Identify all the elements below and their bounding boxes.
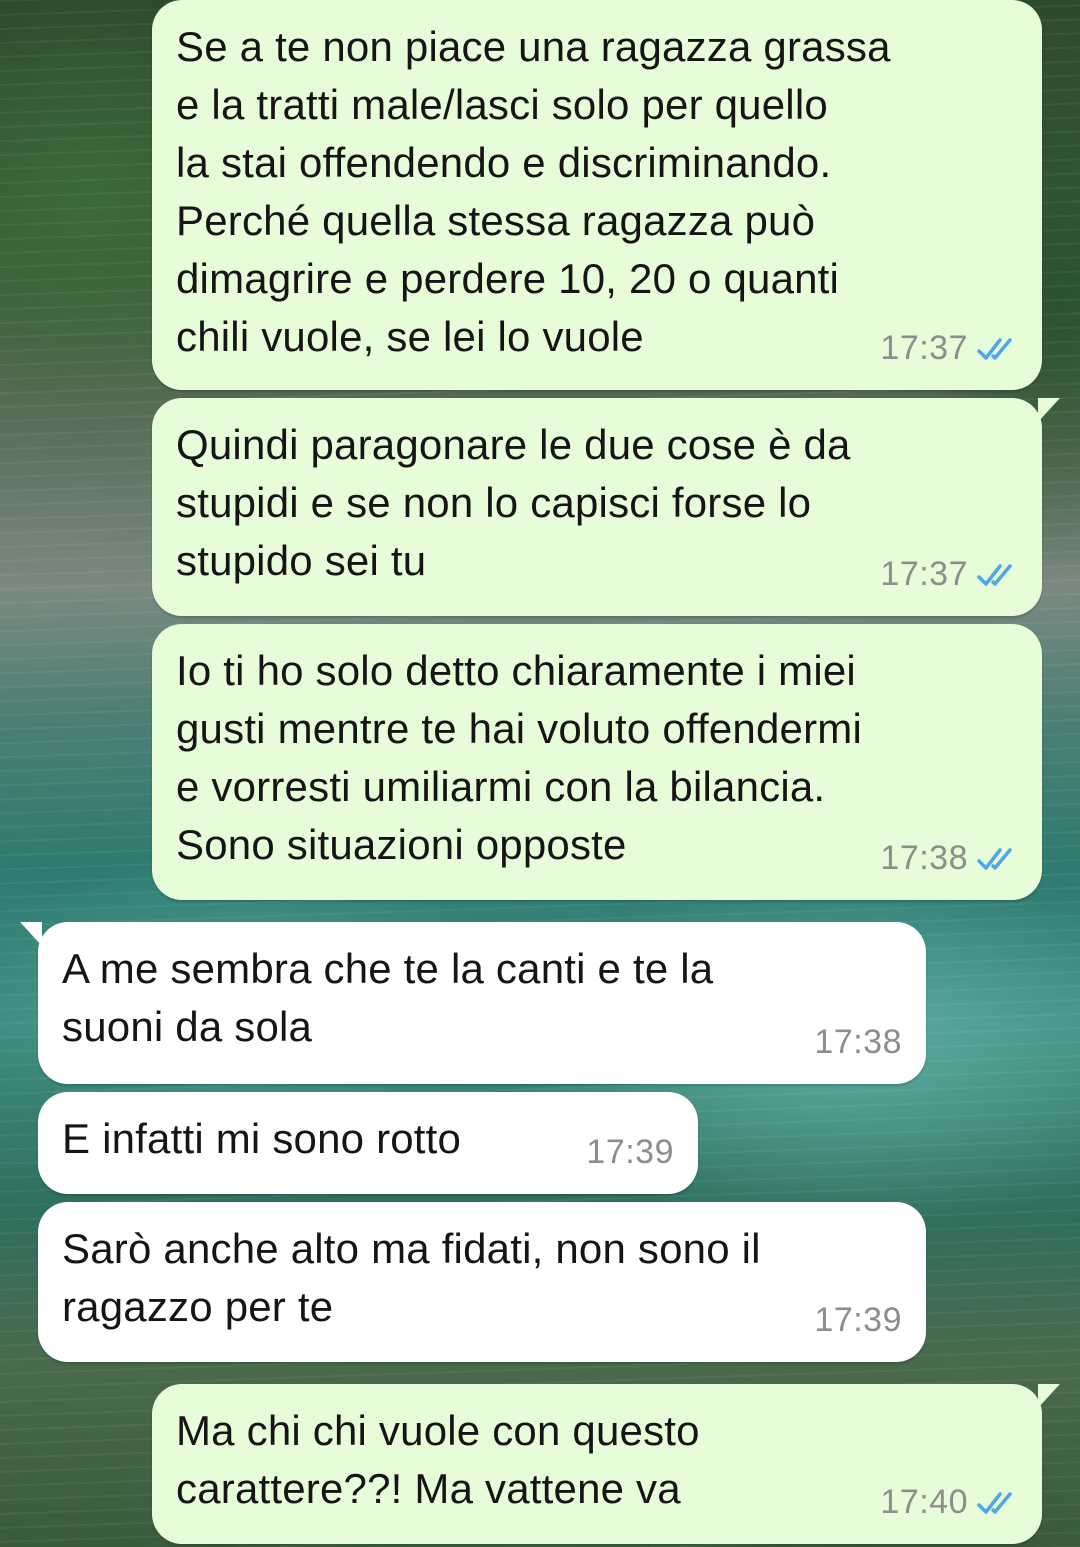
message-timestamp: 17:38 xyxy=(880,839,968,877)
message-text: Sarò anche alto ma fidati, non sono il r… xyxy=(62,1225,761,1330)
message-bubble-outgoing[interactable]: Ma chi chi vuole con questo carattere??!… xyxy=(152,1384,1060,1544)
message-bubble-incoming[interactable]: E infatti mi sono rotto 17:39 xyxy=(38,1092,698,1194)
message-text: Io ti ho solo detto chiaramente i miei g… xyxy=(176,647,863,868)
read-double-check-icon xyxy=(977,847,1012,870)
read-double-check-icon xyxy=(977,337,1012,360)
message-text: A me sembra che te la canti e te la suon… xyxy=(62,945,714,1050)
message-bubble-outgoing[interactable]: Quindi paragonare le due cose è da stupi… xyxy=(152,398,1060,616)
message-text: Se a te non piace una ragazza grassa e l… xyxy=(176,23,891,360)
bubble-tail xyxy=(20,922,42,946)
message-meta: 17:39 xyxy=(586,1133,674,1172)
read-double-check-icon xyxy=(977,563,1012,586)
message-timestamp: 17:39 xyxy=(814,1301,902,1339)
message-text: E infatti mi sono rotto xyxy=(62,1115,462,1162)
message-meta: 17:37 xyxy=(880,555,1020,594)
message-bubble-outgoing[interactable]: Io ti ho solo detto chiaramente i miei g… xyxy=(152,624,1042,900)
message-timestamp: 17:39 xyxy=(586,1133,674,1171)
read-double-check-icon xyxy=(977,1491,1012,1514)
message-timestamp: 17:40 xyxy=(880,1483,968,1521)
message-timestamp: 17:37 xyxy=(880,329,968,367)
message-meta: 17:39 xyxy=(814,1301,902,1340)
message-text: Quindi paragonare le due cose è da stupi… xyxy=(176,421,851,584)
message-meta: 17:38 xyxy=(880,839,1020,878)
message-meta: 17:37 xyxy=(880,329,1020,368)
message-bubble-incoming[interactable]: Sarò anche alto ma fidati, non sono il r… xyxy=(38,1202,926,1362)
message-text: Ma chi chi vuole con questo carattere??!… xyxy=(176,1407,700,1512)
message-bubble-incoming[interactable]: A me sembra che te la canti e te la suon… xyxy=(20,922,926,1084)
message-meta: 17:38 xyxy=(814,1023,902,1062)
bubble-tail xyxy=(1038,398,1060,422)
message-bubble-outgoing[interactable]: Se a te non piace una ragazza grassa e l… xyxy=(152,0,1042,390)
message-meta: 17:40 xyxy=(880,1483,1020,1522)
message-timestamp: 17:38 xyxy=(814,1023,902,1061)
bubble-tail xyxy=(1038,1384,1060,1408)
message-timestamp: 17:37 xyxy=(880,555,968,593)
